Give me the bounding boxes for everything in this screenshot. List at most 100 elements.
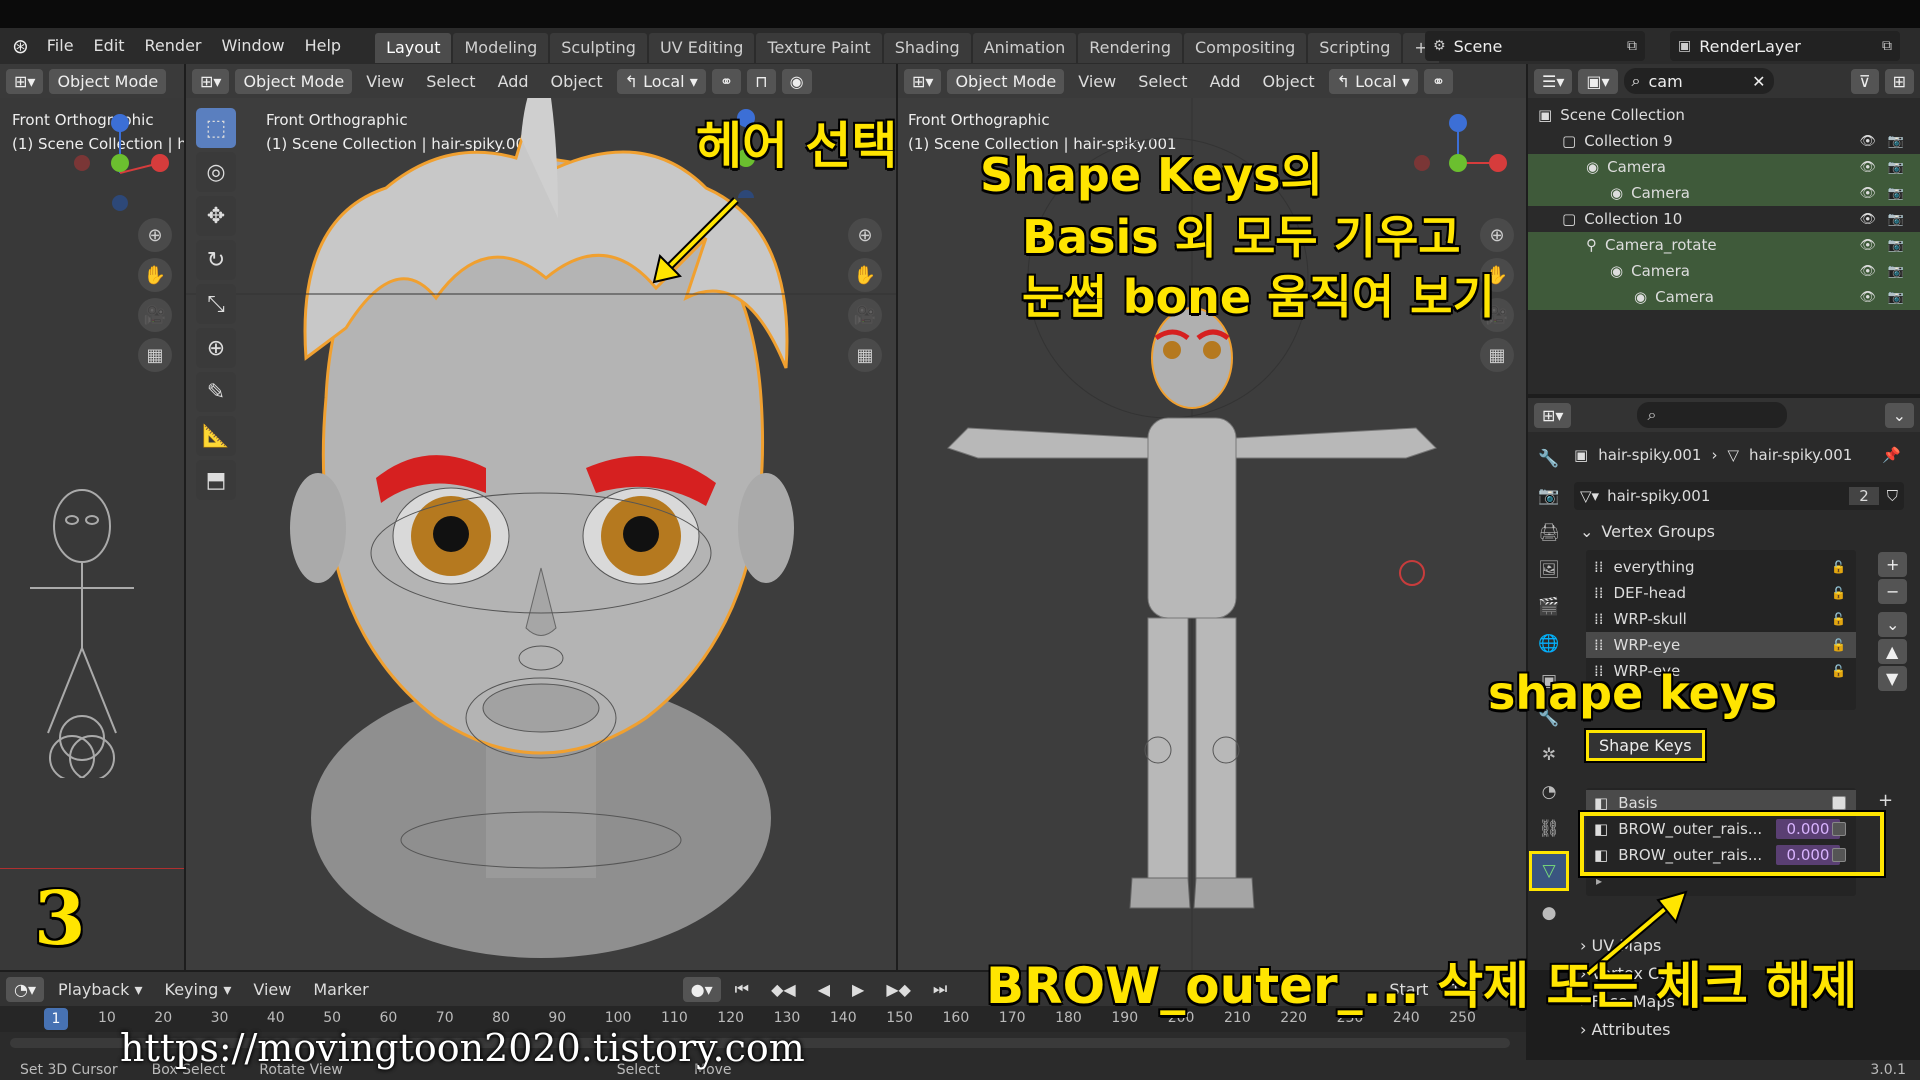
current-frame-indicator[interactable]: 1 xyxy=(44,1008,68,1030)
right-menu-object[interactable]: Object xyxy=(1255,72,1323,91)
right-menu-view[interactable]: View xyxy=(1070,72,1124,91)
center-viewport[interactable]: Front Orthographic (1) Scene Collection … xyxy=(186,98,896,970)
add-shape-key-icon[interactable]: + xyxy=(1878,790,1893,811)
keyframe-record-icon[interactable]: ●▾ xyxy=(682,976,721,1002)
outliner-filter-icon[interactable]: ⊽ xyxy=(1850,68,1879,94)
blender-logo-icon[interactable]: ⊛ xyxy=(0,34,37,58)
tab-scripting[interactable]: Scripting xyxy=(1308,33,1402,63)
visibility-eye-icon[interactable]: 👁 xyxy=(1859,186,1876,201)
measure-tool-icon[interactable]: 📐 xyxy=(196,416,236,456)
visibility-eye-icon[interactable]: 👁 xyxy=(1859,290,1876,305)
render-camera-icon[interactable]: 📷 xyxy=(1888,238,1904,253)
copy-scene-icon[interactable]: ⧉ xyxy=(1627,38,1637,54)
left-viewport[interactable]: Front Orthographic (1) Scene Collection … xyxy=(0,98,184,970)
scene-tab-icon[interactable]: 🎬 xyxy=(1534,592,1564,622)
center-mode-dropdown[interactable]: Object Mode xyxy=(235,68,353,94)
jump-start-icon[interactable]: ⏮ xyxy=(727,979,757,999)
select-box-tool-icon[interactable]: ⬚ xyxy=(196,108,236,148)
lock-icon[interactable]: 🔓 xyxy=(1831,664,1846,678)
cursor-tool-icon[interactable]: ◎ xyxy=(196,152,236,192)
output-tab-icon[interactable]: 🖨 xyxy=(1534,518,1564,548)
shape-key-mute-checkbox[interactable] xyxy=(1832,796,1846,810)
tab-layout[interactable]: Layout xyxy=(375,33,452,63)
right-menu-add[interactable]: Add xyxy=(1202,72,1249,91)
vertex-group-item[interactable]: ⁞⁞ everything 🔓 xyxy=(1586,554,1856,580)
center-menu-add[interactable]: Add xyxy=(490,72,537,91)
outliner-display-mode-button[interactable]: ▣▾ xyxy=(1578,68,1618,94)
tab-uv-editing[interactable]: UV Editing xyxy=(648,33,755,63)
right-mode-dropdown[interactable]: Object Mode xyxy=(947,68,1065,94)
move-tool-icon[interactable]: ✥ xyxy=(196,196,236,236)
outliner-row[interactable]: ⚲ Camera_rotate 👁 📷 xyxy=(1528,232,1920,258)
datablock-selector[interactable]: ▽▾ hair-spiky.001 2 ⛉ xyxy=(1574,482,1904,510)
vertex-group-item[interactable]: ⁞⁞ WRP-skull 🔓 xyxy=(1586,606,1856,632)
right-menu-select[interactable]: Select xyxy=(1130,72,1195,91)
render-camera-icon[interactable]: 📷 xyxy=(1888,290,1904,305)
outliner-search-field[interactable]: ⌕ cam ✕ xyxy=(1623,68,1774,94)
lock-icon[interactable]: 🔓 xyxy=(1831,560,1846,574)
play-icon[interactable]: ▶ xyxy=(844,980,872,999)
pin-icon[interactable]: 📌 xyxy=(1882,446,1901,464)
center-orientation-dropdown[interactable]: ↰ Local ▾ xyxy=(616,68,706,94)
outliner-row[interactable]: ▣ Scene Collection xyxy=(1528,102,1920,128)
lock-icon[interactable]: 🔓 xyxy=(1831,612,1846,626)
timeline-editor-type-button[interactable]: ◔▾ xyxy=(6,976,44,1002)
move-down-icon[interactable]: ▼ xyxy=(1878,666,1908,691)
timeline-menu-keying[interactable]: Keying ▾ xyxy=(157,980,240,999)
annotate-tool-icon[interactable]: ✎ xyxy=(196,372,236,412)
camera-view-icon[interactable]: 🎥 xyxy=(138,298,172,332)
lock-icon[interactable]: 🔓 xyxy=(1831,586,1846,600)
transform-tool-icon[interactable]: ⊕ xyxy=(196,328,236,368)
outliner-new-collection-icon[interactable]: ⊞ xyxy=(1884,68,1914,94)
tab-rendering[interactable]: Rendering xyxy=(1078,33,1182,63)
constraints-tab-icon[interactable]: ⛓ xyxy=(1534,814,1564,844)
outliner-row[interactable]: ◉ Camera 👁 📷 xyxy=(1528,258,1920,284)
editor-type-button[interactable]: ⊞▾ xyxy=(6,68,44,94)
vertex-group-item[interactable]: ⁞⁞ WRP-eye 🔓 xyxy=(1586,632,1856,658)
tab-shading[interactable]: Shading xyxy=(883,33,971,63)
outliner-editor-type-button[interactable]: ☰▾ xyxy=(1534,68,1573,94)
move-up-icon[interactable]: ▲ xyxy=(1878,639,1908,664)
right-orientation-dropdown[interactable]: ↰ Local ▾ xyxy=(1328,68,1418,94)
menu-window[interactable]: Window xyxy=(212,28,295,64)
outliner-row[interactable]: ◉ Camera 👁 📷 xyxy=(1528,284,1920,310)
menu-file[interactable]: File xyxy=(37,28,84,64)
vertex-group-menu-icon[interactable]: ⌄ xyxy=(1878,612,1908,637)
right-nav-gizmo[interactable] xyxy=(1408,103,1518,213)
left-mode-dropdown[interactable]: Object Mode xyxy=(49,68,167,94)
tab-modeling[interactable]: Modeling xyxy=(453,33,549,63)
visibility-eye-icon[interactable]: 👁 xyxy=(1859,238,1876,253)
timeline-menu-marker[interactable]: Marker xyxy=(305,980,376,999)
tab-texture-paint[interactable]: Texture Paint xyxy=(756,33,882,63)
remove-vertex-group-icon[interactable]: − xyxy=(1878,579,1908,604)
render-camera-icon[interactable]: 📷 xyxy=(1888,186,1904,201)
physics-tab-icon[interactable]: ◔ xyxy=(1534,777,1564,807)
center-zoom-icon[interactable]: ⊕ xyxy=(848,218,882,252)
visibility-eye-icon[interactable]: 👁 xyxy=(1859,264,1876,279)
properties-options-icon[interactable]: ⌄ xyxy=(1884,402,1914,428)
menu-render[interactable]: Render xyxy=(135,28,212,64)
left-nav-gizmo[interactable] xyxy=(60,103,180,223)
right-viewport[interactable]: Front Orthographic (1) Scene Collection … xyxy=(898,98,1526,970)
right-zoom-icon[interactable]: ⊕ xyxy=(1480,218,1514,252)
shape-keys-expand-icon[interactable]: ▸ xyxy=(1586,874,1856,888)
next-keyframe-icon[interactable]: ▶◆ xyxy=(878,980,919,999)
material-tab-icon[interactable]: ● xyxy=(1534,898,1564,928)
properties-editor-type-button[interactable]: ⊞▾ xyxy=(1534,402,1572,428)
prev-keyframe-icon[interactable]: ◆◀ xyxy=(763,980,804,999)
pivot-icon[interactable]: ⚭ xyxy=(711,68,742,94)
vertex-group-item[interactable]: ⁞⁞ DEF-head 🔓 xyxy=(1586,580,1856,606)
world-tab-icon[interactable]: 🌐 xyxy=(1534,629,1564,659)
vertex-groups-header[interactable]: ⌄ Vertex Groups xyxy=(1580,522,1715,541)
lock-icon[interactable]: 🔓 xyxy=(1831,638,1846,652)
add-vertex-group-icon[interactable]: + xyxy=(1878,552,1908,577)
play-reverse-icon[interactable]: ◀ xyxy=(810,980,838,999)
right-pivot-icon[interactable]: ⚭ xyxy=(1423,68,1454,94)
snap-icon[interactable]: ⊓ xyxy=(747,68,776,94)
right-editor-type-button[interactable]: ⊞▾ xyxy=(904,68,942,94)
render-camera-icon[interactable]: 📷 xyxy=(1888,212,1904,227)
outliner-row[interactable]: ◉ Camera 👁 📷 xyxy=(1528,180,1920,206)
renderlayer-selector[interactable]: ▣ RenderLayer ⧉ xyxy=(1670,31,1900,61)
visibility-eye-icon[interactable]: 👁 xyxy=(1859,212,1876,227)
shape-keys-header[interactable]: Shape Keys xyxy=(1584,728,1707,763)
